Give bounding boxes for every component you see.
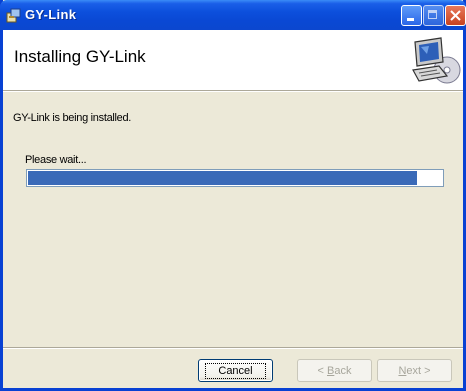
window-title: GY-Link bbox=[25, 7, 77, 22]
installer-package-icon bbox=[6, 7, 22, 23]
computer-disc-icon bbox=[412, 37, 461, 84]
page-title: Installing GY-Link bbox=[14, 47, 146, 66]
wait-message: Please wait... bbox=[25, 154, 87, 166]
progress-fill bbox=[28, 171, 418, 185]
close-icon bbox=[450, 10, 461, 21]
next-label-rest: ext > bbox=[406, 364, 431, 377]
cancel-button[interactable]: Cancel bbox=[198, 359, 273, 382]
next-button[interactable]: Next > bbox=[377, 359, 452, 382]
minimize-button[interactable] bbox=[401, 5, 422, 26]
back-label: < Back bbox=[318, 365, 352, 377]
maximize-button[interactable] bbox=[423, 5, 444, 26]
back-label-prefix: < bbox=[317, 364, 327, 377]
back-button[interactable]: < Back bbox=[297, 359, 372, 382]
back-label-rest: ack bbox=[334, 364, 352, 377]
banner-divider bbox=[3, 91, 463, 92]
next-label: Next > bbox=[398, 365, 430, 377]
status-message: GY-Link is being installed. bbox=[13, 112, 132, 124]
header-banner: Installing GY-Link bbox=[3, 30, 463, 91]
progress-bar bbox=[26, 169, 444, 187]
footer-divider-highlight bbox=[3, 348, 463, 349]
installer-window: GY-Link Installing GY-Link GY-Link is be… bbox=[0, 0, 466, 391]
title-bar[interactable]: GY-Link bbox=[0, 0, 466, 30]
cancel-label: Cancel bbox=[205, 362, 266, 379]
close-button[interactable] bbox=[445, 5, 466, 26]
